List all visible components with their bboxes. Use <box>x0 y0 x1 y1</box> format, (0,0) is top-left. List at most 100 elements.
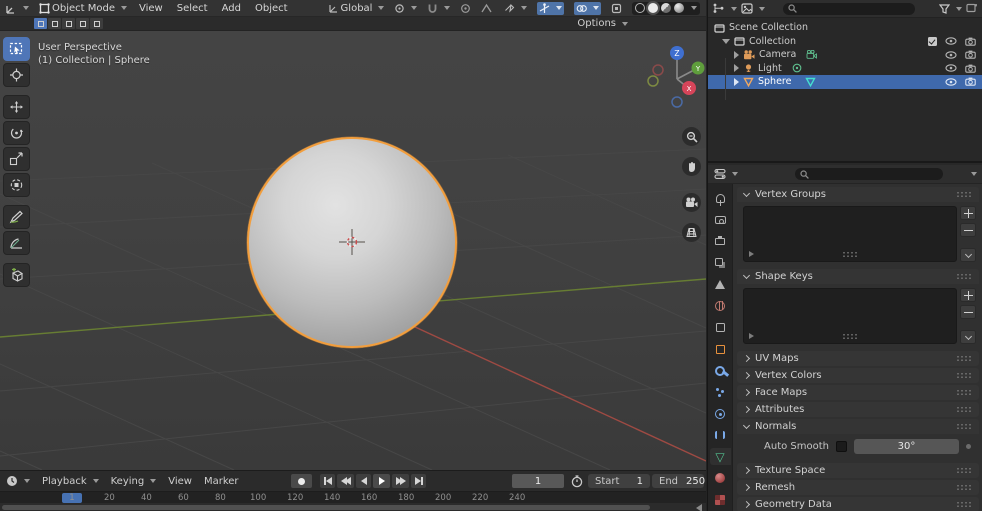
tab-render[interactable] <box>710 212 731 229</box>
tab-scene[interactable] <box>710 276 731 293</box>
panel-grip-icon[interactable] <box>956 423 972 430</box>
panel-grip-icon[interactable] <box>956 484 972 491</box>
options-dropdown[interactable]: Options <box>577 18 628 29</box>
select-mode-extend-button[interactable] <box>48 18 61 29</box>
panel-shape-keys-header[interactable]: Shape Keys <box>737 269 979 284</box>
expand-arrow-icon[interactable] <box>734 77 739 86</box>
add-shape-key-button[interactable] <box>960 288 976 302</box>
panel-uv-maps-header[interactable]: UV Maps <box>737 351 979 366</box>
outliner-row-collection[interactable]: Collection <box>708 35 982 49</box>
tab-collection[interactable] <box>710 319 731 336</box>
tab-modifiers[interactable] <box>710 362 731 379</box>
timeline-view-menu[interactable]: View <box>168 476 192 487</box>
axis-neg-y-handle[interactable] <box>647 75 659 87</box>
timeline-scrollbar[interactable] <box>0 503 706 511</box>
select-mode-invert-button[interactable] <box>76 18 89 29</box>
select-mode-subtract-button[interactable] <box>62 18 75 29</box>
tool-cursor[interactable] <box>3 63 30 87</box>
scroll-left-arrow-icon[interactable] <box>696 504 702 511</box>
panel-remesh-header[interactable]: Remesh <box>737 480 979 495</box>
tab-object[interactable] <box>710 341 731 358</box>
outliner-search-input[interactable] <box>783 2 915 15</box>
render-visibility-camera-icon[interactable] <box>965 37 976 46</box>
panel-grip-icon[interactable] <box>956 273 972 280</box>
render-visibility-camera-icon[interactable] <box>965 64 976 73</box>
stopwatch-icon[interactable] <box>571 475 583 488</box>
play-button[interactable] <box>373 474 390 488</box>
expand-arrow-icon[interactable] <box>734 64 739 73</box>
render-visibility-camera-icon[interactable] <box>965 77 976 87</box>
shading-material-button[interactable] <box>661 3 671 13</box>
keying-menu[interactable]: Keying <box>111 476 157 487</box>
tab-particles[interactable] <box>710 384 731 401</box>
panel-grip-icon[interactable] <box>956 355 972 362</box>
panel-grip-icon[interactable] <box>956 501 972 508</box>
expand-arrow-icon[interactable] <box>734 50 739 59</box>
select-mode-intersect-button[interactable] <box>90 18 103 29</box>
prev-keyframe-button[interactable] <box>337 474 354 488</box>
list-resize-grip[interactable] <box>842 251 858 258</box>
expand-arrow-icon[interactable] <box>722 38 730 44</box>
shape-keys-list[interactable] <box>743 288 957 344</box>
panel-grip-icon[interactable] <box>956 372 972 379</box>
eye-icon[interactable] <box>945 37 957 46</box>
add-vertex-group-button[interactable] <box>960 206 976 220</box>
tab-world[interactable] <box>710 298 731 315</box>
menu-add[interactable]: Add <box>220 3 243 14</box>
tab-physics[interactable] <box>710 405 731 422</box>
tab-output[interactable] <box>710 233 731 250</box>
remove-shape-key-button[interactable] <box>960 305 976 319</box>
list-resize-grip[interactable] <box>842 333 858 340</box>
eye-icon[interactable] <box>945 77 957 86</box>
panel-geometry-data-header[interactable]: Geometry Data <box>737 497 979 511</box>
keyframe-decorator-icon[interactable] <box>966 444 971 449</box>
tool-annotate[interactable] <box>3 205 30 229</box>
new-collection-button[interactable] <box>966 2 978 16</box>
outliner-display-mode-dropdown[interactable] <box>741 3 765 14</box>
vertex-groups-list[interactable] <box>743 206 957 262</box>
tab-tool[interactable] <box>710 190 731 207</box>
tab-texture[interactable] <box>710 491 731 508</box>
object-type-visibility-dropdown[interactable] <box>504 3 527 14</box>
shading-solid-button[interactable] <box>648 3 658 13</box>
panel-normals-header[interactable]: Normals <box>737 419 979 434</box>
auto-smooth-checkbox[interactable] <box>836 441 847 452</box>
navigation-gizmo[interactable]: Z Y X <box>644 41 706 109</box>
play-reverse-button[interactable] <box>356 474 371 488</box>
tab-view-layer[interactable] <box>710 255 731 272</box>
auto-keying-record-button[interactable] <box>291 474 312 488</box>
pivot-point-dropdown[interactable] <box>394 3 418 14</box>
tool-measure[interactable] <box>3 231 30 255</box>
axis-neg-x-handle[interactable] <box>652 64 664 76</box>
current-frame-field[interactable]: 1 <box>512 474 564 488</box>
list-expand-icon[interactable] <box>749 333 754 339</box>
eye-icon[interactable] <box>945 50 957 59</box>
panel-vertex-groups-header[interactable]: Vertex Groups <box>737 187 979 202</box>
collection-checkbox[interactable] <box>928 36 937 46</box>
frame-start-field[interactable]: Start 1 <box>588 474 650 488</box>
viewport-3d[interactable]: Object Mode View Select Add Object Globa… <box>0 0 706 470</box>
shape-key-specials-button[interactable] <box>960 330 976 344</box>
tab-object-data[interactable]: ▽ <box>709 448 731 465</box>
timeline-editor-selector[interactable] <box>6 475 30 487</box>
menu-view[interactable]: View <box>137 3 165 14</box>
show-overlays-toggle[interactable] <box>574 1 601 15</box>
tool-transform[interactable] <box>3 173 30 197</box>
properties-editor-selector[interactable] <box>714 168 738 180</box>
tool-select-box[interactable] <box>3 37 30 61</box>
shading-rendered-button[interactable] <box>674 3 684 13</box>
outliner-row-camera[interactable]: Camera <box>708 48 982 62</box>
mode-dropdown[interactable]: Object Mode <box>39 3 127 14</box>
tool-add-cube[interactable] <box>3 263 30 287</box>
outliner-editor-selector[interactable] <box>713 3 737 14</box>
timeline-ruler[interactable]: 1 20 40 60 80 100 120 140 160 180 200 22… <box>0 491 706 503</box>
jump-to-end-button[interactable] <box>411 474 426 488</box>
panel-grip-icon[interactable] <box>956 467 972 474</box>
camera-view-button[interactable] <box>682 193 701 212</box>
properties-search-input[interactable] <box>795 168 943 180</box>
snap-toggle[interactable] <box>427 3 451 14</box>
select-mode-new-button[interactable] <box>34 18 47 29</box>
current-frame-marker[interactable]: 1 <box>62 493 82 503</box>
vertex-group-specials-button[interactable] <box>960 248 976 262</box>
properties-options-chevron[interactable] <box>971 172 977 176</box>
